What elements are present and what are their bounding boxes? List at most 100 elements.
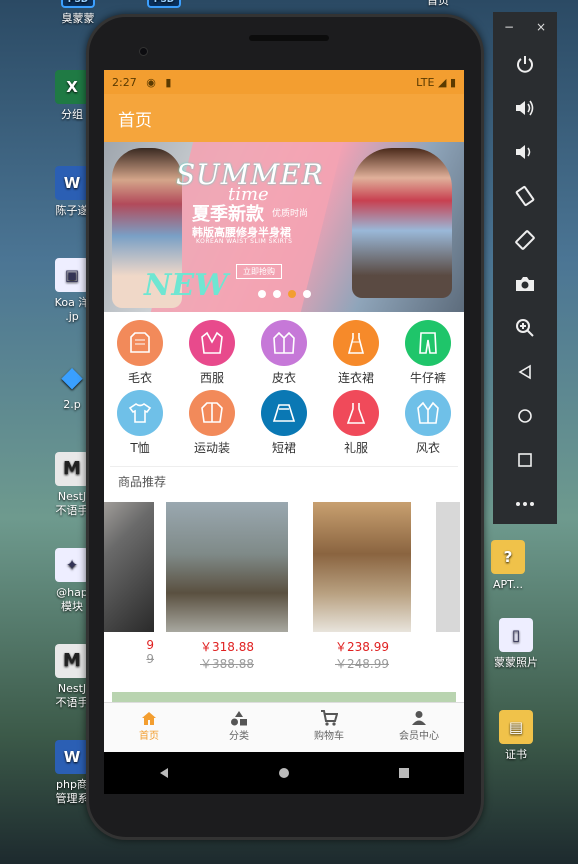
product-card[interactable]: ￥318.88 ￥388.88 [166, 502, 288, 672]
category-skirt[interactable]: 短裙 [248, 390, 320, 460]
diamond-icon: ◆ [61, 360, 83, 393]
category-suit[interactable]: 西服 [176, 320, 248, 390]
sweater-icon [117, 320, 163, 366]
banner-model-right [352, 148, 452, 298]
tab-label: 购物车 [314, 731, 344, 742]
status-time: 2:27 [112, 75, 137, 89]
home-icon[interactable] [278, 764, 290, 783]
category-trenchcoat[interactable]: 风衣 [392, 390, 464, 460]
banner-english: KOREAN WAIST SLIM SKIRTS [196, 238, 293, 245]
app-screen: 2:27 ◉ ▮ LTE ◢ ▮ 首页 SUMMER time 夏季新款 优质时… [104, 70, 464, 752]
desktop-icon-certificate[interactable]: ▤ 证书 [478, 710, 554, 762]
carousel-dots[interactable] [258, 290, 318, 298]
back-button[interactable] [493, 350, 557, 394]
psd-icon: PSD [147, 0, 181, 8]
rotate-left-button[interactable] [493, 174, 557, 218]
banner-carousel[interactable]: SUMMER time 夏季新款 优质时尚 韩版高腰修身半身裙 KOREAN W… [104, 142, 464, 312]
minimize-icon[interactable]: − [504, 20, 514, 34]
tab-member[interactable]: 会员中心 [374, 703, 464, 752]
product-price: ￥238.99 [335, 640, 389, 654]
product-card[interactable]: ￥238.99 ￥248.99 [313, 502, 411, 672]
phone-speaker [249, 35, 329, 41]
back-icon [518, 364, 531, 380]
home-button[interactable] [493, 394, 557, 438]
carousel-dot[interactable] [273, 290, 281, 298]
network-label: LTE [416, 75, 435, 89]
banner-tag: 优质时尚 [272, 209, 309, 219]
category-label: 毛衣 [127, 371, 152, 385]
category-sweater[interactable]: 毛衣 [104, 320, 176, 390]
carousel-dot[interactable] [258, 290, 266, 298]
user-icon [374, 709, 464, 727]
category-label: 礼服 [343, 441, 368, 455]
tab-label: 会员中心 [399, 731, 439, 742]
more-button[interactable] [493, 482, 557, 526]
category-label: 连衣裙 [337, 371, 374, 385]
product-carousel[interactable]: 9 9 ￥318.88 ￥388.88 ￥238.99 ￥248.99 [104, 496, 464, 676]
skirt-icon [261, 390, 307, 436]
network-icon: ✦ [55, 548, 89, 582]
desktop-icon-label: 证书 [505, 748, 527, 761]
notification-icon: ◉ [146, 75, 156, 89]
tab-cart[interactable]: 购物车 [284, 703, 374, 752]
emulator-toolbar: − × [493, 12, 557, 524]
close-icon[interactable]: × [536, 20, 546, 34]
desktop-icon-label: 蒙蒙照片 [494, 656, 538, 669]
banner-new-text: NEW [144, 268, 228, 303]
volume-down-button[interactable] [493, 130, 557, 174]
desktop-icon-psd-2[interactable]: PSD [126, 0, 202, 12]
gown-icon [333, 390, 379, 436]
desktop-icon-mengmeng-photos[interactable]: ▯ 蒙蒙照片 [478, 618, 554, 670]
power-icon [517, 56, 533, 73]
volume-up-button[interactable] [493, 86, 557, 130]
camera-icon [516, 277, 534, 291]
folder-icon: ▤ [499, 710, 533, 744]
rotate-right-button[interactable] [493, 218, 557, 262]
android-nav-bar [104, 752, 464, 794]
m-logo-icon: M [55, 452, 89, 486]
banner-buy-button[interactable]: 立即抢购 [236, 264, 282, 279]
carousel-dot[interactable] [303, 290, 311, 298]
signal-icon: ◢ [437, 75, 447, 89]
rotate-left-icon [515, 185, 535, 207]
overview-square-icon [518, 453, 532, 467]
power-button[interactable] [493, 42, 557, 86]
word-icon: W [55, 740, 89, 774]
product-card-partial[interactable] [436, 502, 464, 632]
tshirt-icon [117, 390, 163, 436]
category-dress[interactable]: 连衣裙 [320, 320, 392, 390]
category-label: 运动装 [193, 441, 230, 455]
psd-icon: PSD [61, 0, 95, 8]
zoom-icon [516, 319, 534, 337]
sim-icon: ▮ [165, 75, 172, 89]
carousel-dot-active[interactable] [288, 290, 296, 298]
product-card[interactable]: 9 9 [104, 502, 154, 666]
next-section-peek [112, 692, 456, 702]
product-image [166, 502, 288, 632]
excel-icon: X [55, 70, 89, 104]
category-leather[interactable]: 皮衣 [248, 320, 320, 390]
category-label: 风衣 [415, 441, 440, 455]
category-label: 西服 [199, 371, 224, 385]
phone-photo-icon: ▯ [499, 618, 533, 652]
category-jeans[interactable]: 牛仔裤 [392, 320, 464, 390]
tab-category[interactable]: 分类 [194, 703, 284, 752]
product-image [436, 502, 460, 632]
category-tshirt[interactable]: T恤 [104, 390, 176, 460]
product-old-price: 9 [146, 652, 154, 666]
product-image [313, 502, 411, 632]
product-old-price: ￥248.99 [335, 657, 389, 671]
product-image [104, 502, 154, 632]
back-icon[interactable] [158, 764, 170, 783]
product-old-price: ￥388.88 [200, 657, 254, 671]
category-sportswear[interactable]: 运动装 [176, 390, 248, 460]
desktop-icon-top-right[interactable]: 首页 [400, 0, 476, 8]
tab-home[interactable]: 首页 [104, 703, 194, 752]
battery-icon: ▮ [449, 75, 456, 89]
category-formal[interactable]: 礼服 [320, 390, 392, 460]
zoom-button[interactable] [493, 306, 557, 350]
category-label: 牛仔裤 [409, 371, 446, 385]
screenshot-button[interactable] [493, 262, 557, 306]
overview-icon[interactable] [398, 764, 410, 783]
overview-button[interactable] [493, 438, 557, 482]
